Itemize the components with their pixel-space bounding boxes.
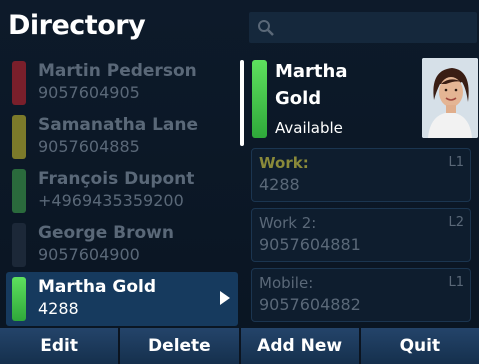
contact-name: Martha Gold [38,277,157,297]
contact-number: 4288 [38,299,79,318]
delete-button[interactable]: Delete [120,328,241,364]
quit-button[interactable]: Quit [360,328,479,364]
edit-button[interactable]: Edit [0,328,121,364]
contact-number: 9057604900 [38,245,140,264]
detail-status: Available [275,119,343,137]
contact-name: François Dupont [38,169,195,189]
detail-presence-bar [252,60,267,138]
detail-name: Martha Gold [275,58,415,112]
presence-bar [12,223,26,267]
line-indicator: L1 [448,155,464,170]
presence-bar [12,277,26,321]
directory-screen: Directory Martin Pederson 9057604905 Sam… [0,0,479,364]
phone-value: 9057604881 [259,235,361,254]
presence-bar [12,169,26,213]
contact-name: Samanatha Lane [38,115,199,135]
contact-row-samanatha-lane[interactable]: Samanatha Lane 9057604885 [6,110,238,164]
contact-row-martha-gold[interactable]: Martha Gold 4288 [6,272,238,326]
detail-last-name: Gold [275,88,322,109]
add-new-button[interactable]: Add New [240,328,361,364]
line-indicator: L1 [448,275,464,290]
detail-first-name: Martha [275,61,348,82]
contact-number: 9057604885 [38,137,140,156]
contact-number: 9057604905 [38,83,140,102]
contact-photo [422,58,478,138]
presence-bar [12,115,26,159]
search-input[interactable] [249,12,477,43]
phone-entry-work-2[interactable]: Work 2: 9057604881 L2 [251,208,471,262]
contact-name: Martin Pederson [38,61,197,81]
contact-number: +4969435359200 [38,191,184,210]
contact-name: George Brown [38,223,174,243]
presence-bar [12,61,26,105]
phone-label: Mobile: [259,274,314,292]
chevron-right-icon [220,291,230,305]
softkey-bar: Edit Delete Add New Quit [0,328,479,364]
phone-label: Work 2: [259,214,317,232]
phone-value: 9057604882 [259,295,361,314]
contact-list: Martin Pederson 9057604905 Samanatha Lan… [6,56,238,326]
phone-entry-work[interactable]: Work: 4288 L1 [251,148,471,202]
scrollbar[interactable] [240,60,244,146]
contact-row-george-brown[interactable]: George Brown 9057604900 [6,218,238,272]
phone-entry-mobile[interactable]: Mobile: 9057604882 L1 [251,268,471,322]
phone-value: 4288 [259,175,300,194]
contact-row-francois-dupont[interactable]: François Dupont +4969435359200 [6,164,238,218]
page-title: Directory [8,10,146,41]
line-indicator: L2 [448,215,464,230]
phone-label: Work: [259,154,309,172]
search-icon [258,20,274,36]
contact-row-martin-pederson[interactable]: Martin Pederson 9057604905 [6,56,238,110]
